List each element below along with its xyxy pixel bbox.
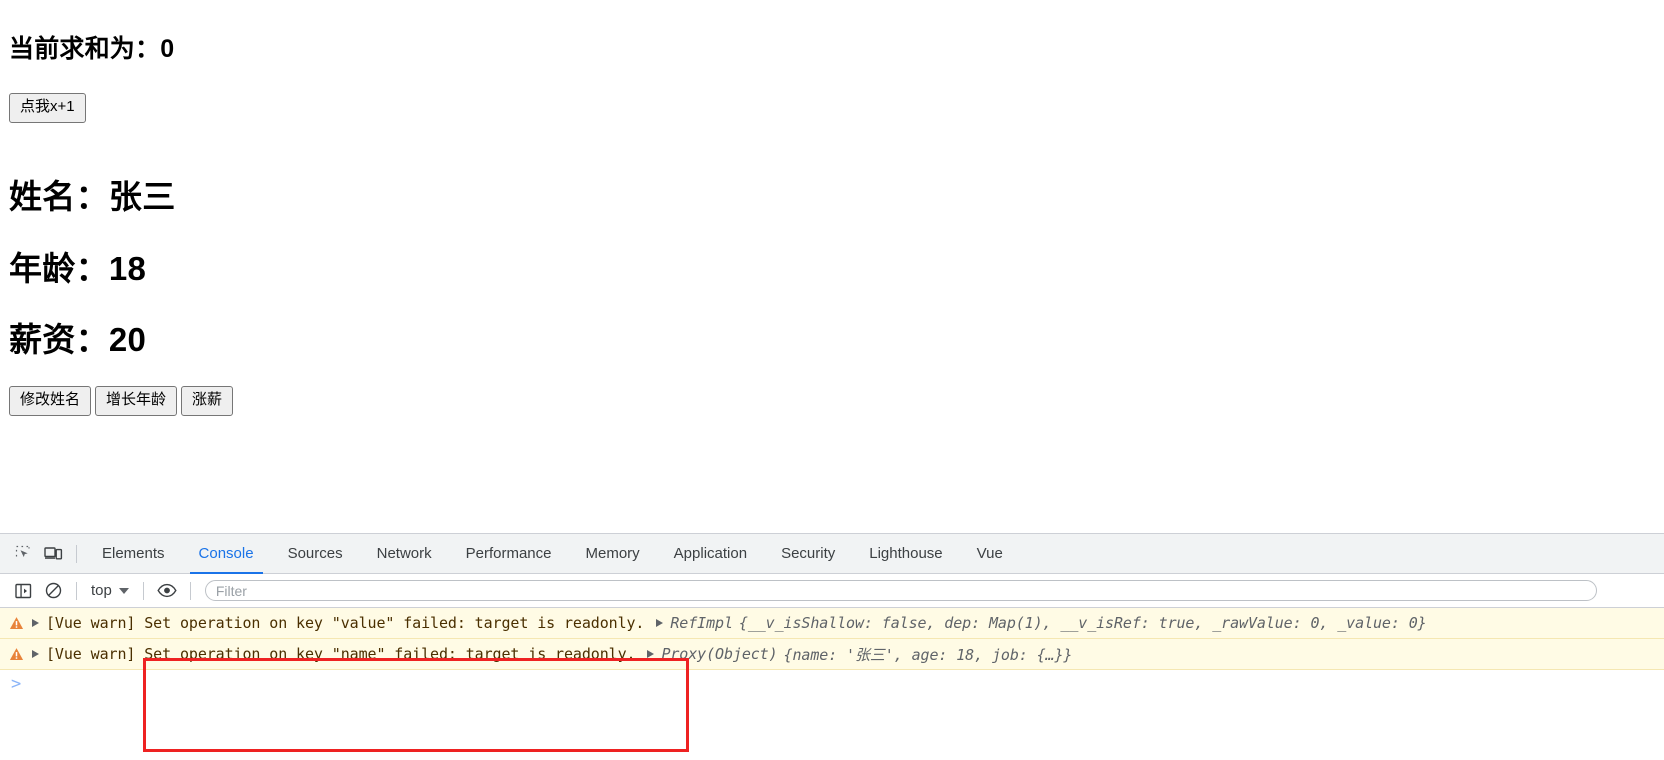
- tab-vue[interactable]: Vue: [960, 534, 1020, 574]
- clear-console-icon[interactable]: [38, 577, 68, 605]
- console-sidebar-icon[interactable]: [8, 577, 38, 605]
- tab-sources[interactable]: Sources: [271, 534, 360, 574]
- name-heading: 姓名：张三: [9, 178, 176, 215]
- warning-triangle-icon: [9, 616, 24, 629]
- increase-age-button[interactable]: 增长年龄: [95, 386, 178, 416]
- tab-security[interactable]: Security: [764, 534, 852, 574]
- device-toolbar-icon[interactable]: [38, 540, 68, 568]
- toolbar-divider-2: [76, 581, 77, 600]
- tab-memory[interactable]: Memory: [569, 534, 657, 574]
- console-message-text: [Vue warn] Set operation on key "name" f…: [46, 645, 636, 663]
- raise-salary-button[interactable]: 涨薪: [181, 386, 234, 416]
- console-filter-input[interactable]: [204, 580, 1597, 601]
- console-message-object[interactable]: RefImpl {__v_isShallow: false, dep: Map(…: [656, 614, 1427, 632]
- expand-object-icon[interactable]: [647, 650, 655, 658]
- devtools-tabs: Elements Console Sources Network Perform…: [85, 534, 1020, 574]
- salary-heading: 薪资：20: [9, 321, 147, 358]
- warning-triangle-icon: [9, 647, 24, 660]
- chevron-down-icon: [118, 587, 129, 594]
- expand-message-icon[interactable]: [32, 619, 39, 627]
- inspect-element-icon[interactable]: [8, 540, 38, 568]
- tab-elements[interactable]: Elements: [85, 534, 182, 574]
- console-message-row[interactable]: [Vue warn] Set operation on key "value" …: [0, 608, 1664, 639]
- console-message-text: [Vue warn] Set operation on key "value" …: [46, 614, 645, 632]
- expand-object-icon[interactable]: [656, 619, 664, 627]
- tab-performance[interactable]: Performance: [449, 534, 569, 574]
- web-page-content: 当前求和为：0 点我x+1 姓名：张三 年龄：18 薪资：20 修改姓名 增长年…: [0, 0, 1664, 533]
- age-heading: 年龄：18: [9, 250, 147, 287]
- action-button-row: 修改姓名 增长年龄 涨薪: [9, 386, 234, 416]
- change-name-button[interactable]: 修改姓名: [9, 386, 92, 416]
- increment-button[interactable]: 点我x+1: [9, 93, 86, 123]
- object-constructor-name: RefImpl: [670, 614, 733, 632]
- execution-context-selector[interactable]: top: [85, 580, 135, 601]
- tab-application[interactable]: Application: [657, 534, 764, 574]
- devtools-tab-bar: Elements Console Sources Network Perform…: [0, 534, 1664, 574]
- object-preview: {__v_isShallow: false, dep: Map(1), __v_…: [738, 614, 1427, 632]
- console-message-row[interactable]: [Vue warn] Set operation on key "name" f…: [0, 639, 1664, 670]
- console-prompt[interactable]: >: [0, 670, 1664, 698]
- object-preview: {name: '张三', age: 18, job: {…}}: [783, 645, 1073, 664]
- tab-network[interactable]: Network: [360, 534, 449, 574]
- live-expression-eye-icon[interactable]: [152, 577, 182, 605]
- toolbar-divider-4: [189, 581, 191, 600]
- expand-message-icon[interactable]: [32, 650, 39, 658]
- prompt-caret-icon: >: [11, 674, 22, 694]
- devtools-panel: Elements Console Sources Network Perform…: [0, 533, 1664, 760]
- toolbar-divider: [76, 544, 77, 563]
- tab-lighthouse[interactable]: Lighthouse: [852, 534, 959, 574]
- execution-context-label: top: [91, 582, 112, 599]
- sum-heading: 当前求和为：0: [9, 35, 175, 63]
- tab-console[interactable]: Console: [182, 534, 271, 574]
- toolbar-divider-3: [142, 581, 144, 600]
- object-constructor-name: Proxy(Object): [661, 645, 778, 663]
- console-toolbar: top: [0, 574, 1664, 608]
- console-message-list: [Vue warn] Set operation on key "value" …: [0, 608, 1664, 752]
- console-message-object[interactable]: Proxy(Object) {name: '张三', age: 18, job:…: [647, 644, 1072, 665]
